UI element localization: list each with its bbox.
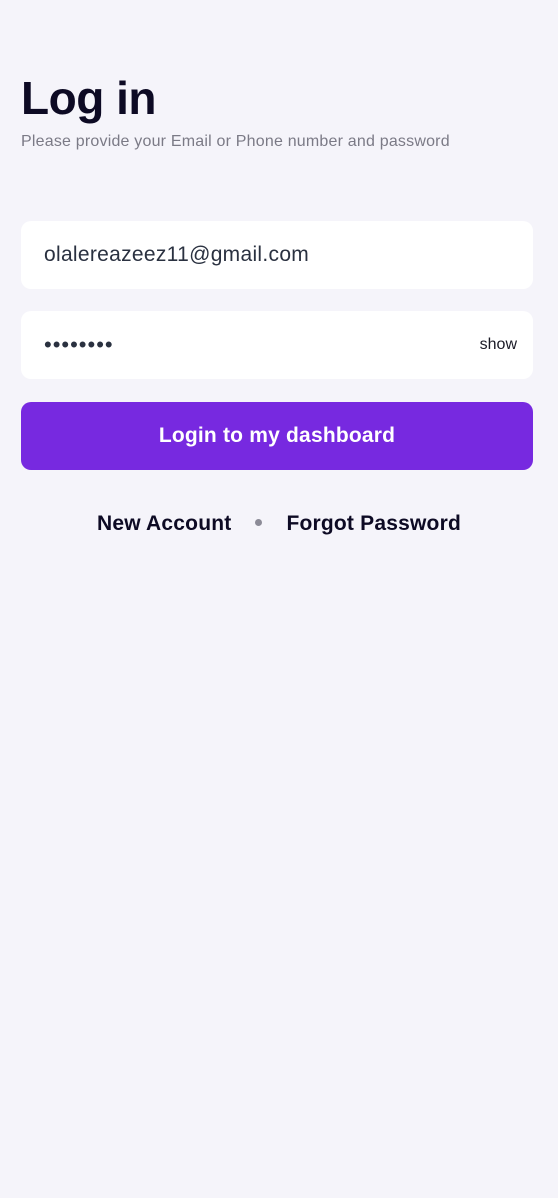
- page-title: Log in: [21, 72, 156, 124]
- forgot-password-link[interactable]: Forgot Password: [286, 512, 461, 536]
- password-field-container: show: [21, 311, 533, 379]
- login-page: Log in Please provide your Email or Phon…: [0, 0, 558, 1198]
- email-field-container: [21, 221, 533, 289]
- page-subtitle: Please provide your Email or Phone numbe…: [21, 133, 450, 150]
- auth-links: New Account Forgot Password: [0, 504, 558, 544]
- password-input[interactable]: [44, 311, 444, 379]
- separator-dot: [255, 518, 263, 526]
- new-account-link[interactable]: New Account: [97, 512, 231, 536]
- login-button[interactable]: Login to my dashboard: [21, 402, 533, 470]
- show-password-toggle[interactable]: show: [480, 311, 517, 379]
- email-input[interactable]: [44, 221, 514, 289]
